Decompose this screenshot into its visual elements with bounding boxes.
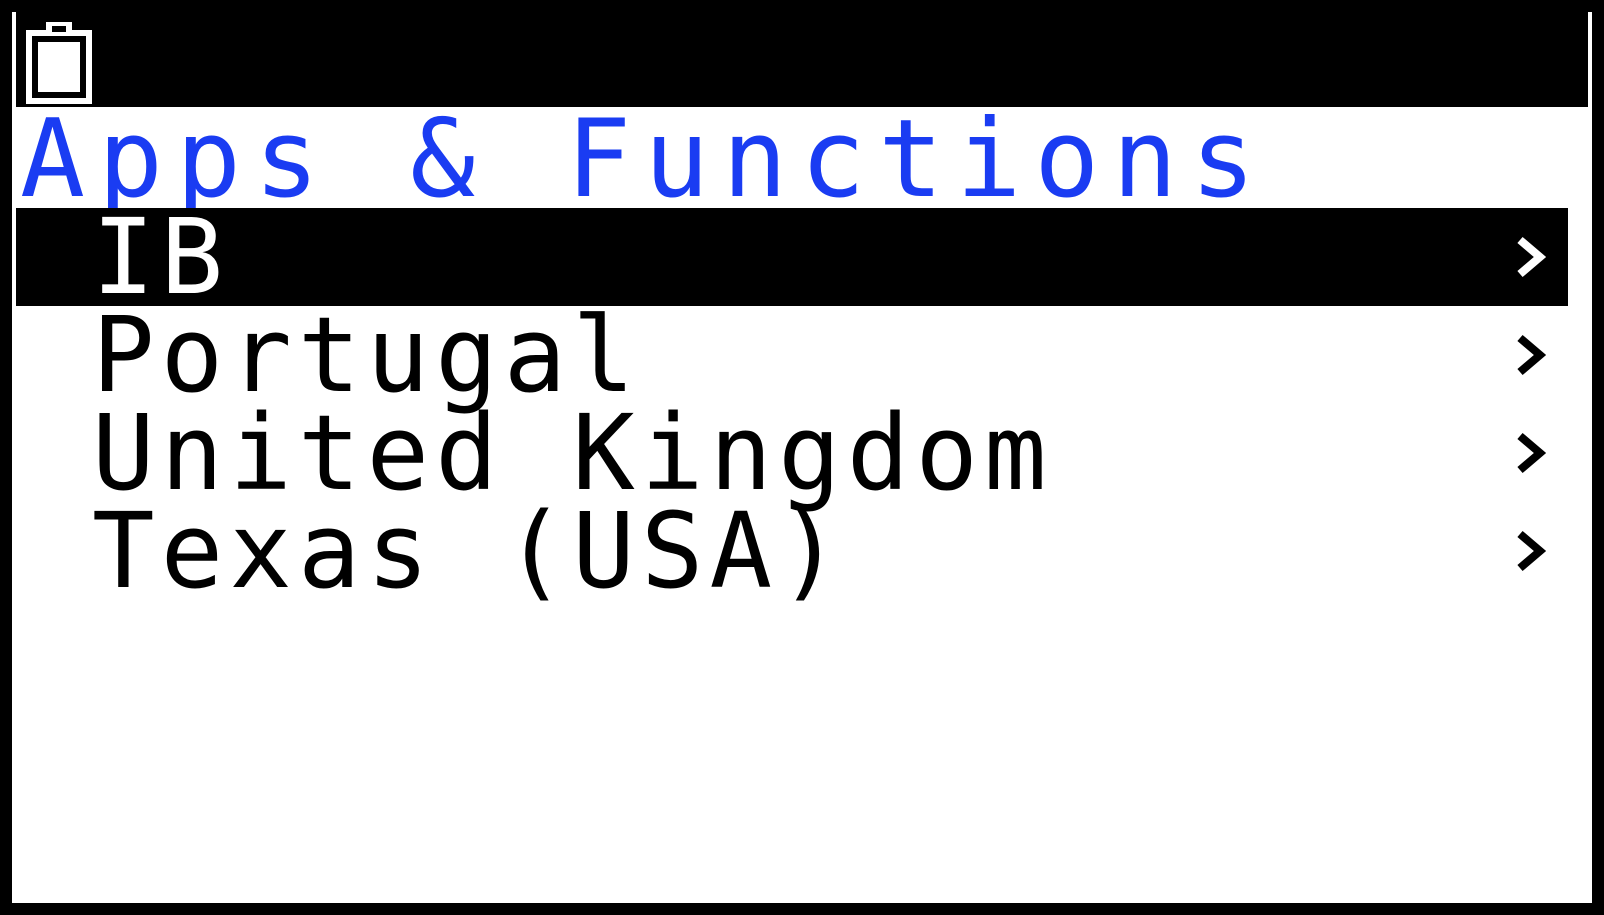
chevron-right-icon <box>1517 334 1546 376</box>
menu-item-label: United Kingdom <box>92 392 1053 514</box>
chevron-right-icon <box>1517 530 1546 572</box>
menu-list: IB Portugal United Kingdom Texas (USA) <box>16 196 1568 612</box>
status-bar <box>16 12 1588 107</box>
battery-icon <box>26 22 92 104</box>
menu-item-ib[interactable]: IB <box>16 196 1568 318</box>
menu-item-portugal[interactable]: Portugal <box>16 294 1568 416</box>
menu-item-united-kingdom[interactable]: United Kingdom <box>16 392 1568 514</box>
chevron-right-icon <box>1517 236 1546 278</box>
menu-item-texas-usa[interactable]: Texas (USA) <box>16 490 1568 612</box>
menu-item-label: Portugal <box>92 294 641 416</box>
menu-item-label: Texas (USA) <box>92 490 847 612</box>
chevron-right-icon <box>1517 432 1546 474</box>
calculator-screen: Apps & Functions IB Portugal United King… <box>12 12 1592 903</box>
menu-item-label: IB <box>92 196 230 318</box>
